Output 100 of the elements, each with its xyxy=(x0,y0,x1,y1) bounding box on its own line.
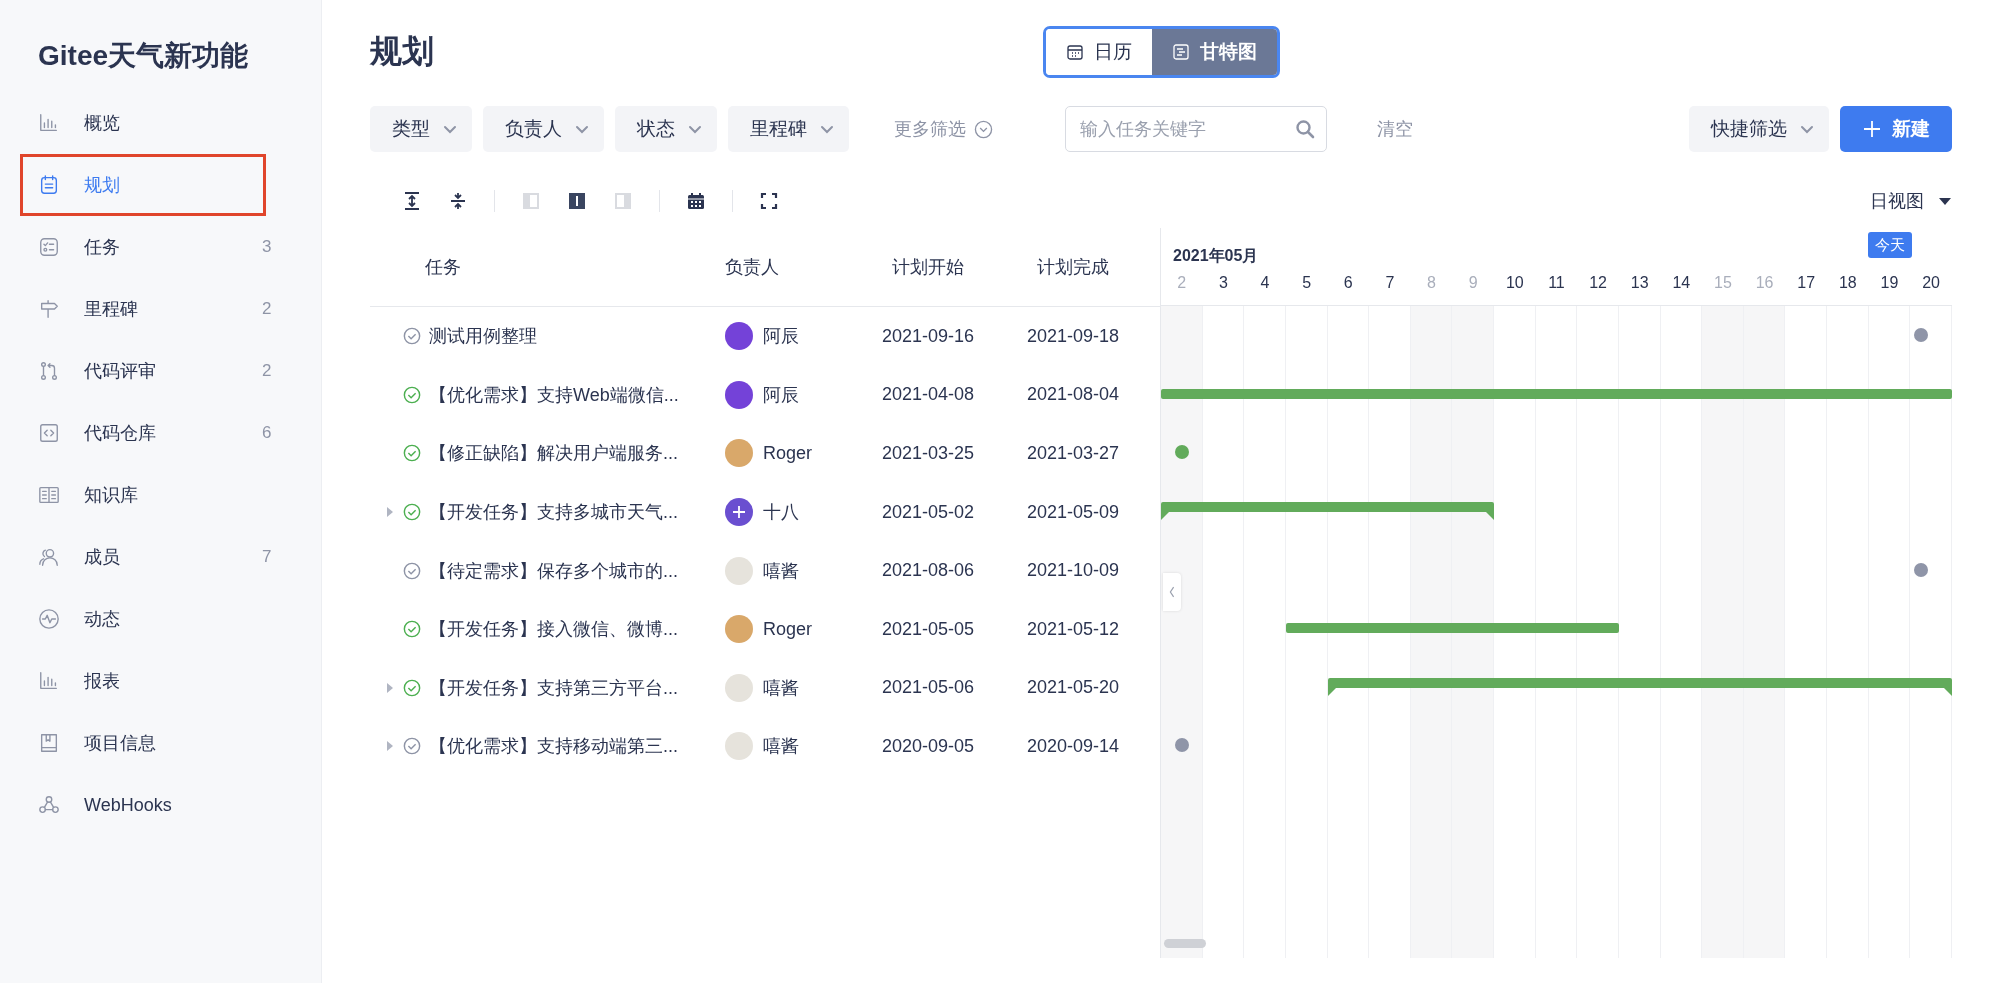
day-label: 14 xyxy=(1671,273,1692,293)
signpost-icon xyxy=(38,298,60,320)
day-label: 18 xyxy=(1837,273,1858,293)
task-title[interactable]: 【优化需求】支持移动端第三... xyxy=(429,734,678,759)
filter-dropdown[interactable]: 状态 xyxy=(615,106,717,152)
milestone-dot[interactable] xyxy=(1914,328,1928,343)
assignee-name: 阿辰 xyxy=(763,325,799,349)
column-header: 任务 xyxy=(424,256,462,279)
start-date: 2021-08-06 xyxy=(881,560,976,582)
day-label: 13 xyxy=(1629,273,1650,293)
end-date: 2021-05-20 xyxy=(1026,677,1121,699)
new-button[interactable]: 新建 xyxy=(1840,106,1952,152)
task-bar[interactable] xyxy=(1161,388,1952,399)
expand-arrow-icon[interactable] xyxy=(385,506,395,519)
task-title[interactable]: 【开发任务】支持多城市天气... xyxy=(429,500,678,525)
clipboard-list-icon xyxy=(38,174,60,196)
sidebar-item-label: 动态 xyxy=(84,608,120,631)
task-title[interactable]: 测试用例整理 xyxy=(429,324,537,349)
bar-chart-icon xyxy=(38,670,60,692)
day-label: 11 xyxy=(1547,273,1566,293)
notebook-icon xyxy=(38,732,60,754)
sidebar-item-label: 概览 xyxy=(84,112,120,135)
quick-filter-dropdown[interactable]: 快捷筛选 xyxy=(1689,106,1829,152)
filter-dropdown[interactable]: 里程碑 xyxy=(728,106,849,152)
filter-dropdown[interactable]: 负责人 xyxy=(483,106,604,152)
day-label: 7 xyxy=(1384,273,1396,293)
start-date: 2021-05-06 xyxy=(881,677,976,699)
bar-chart-icon xyxy=(38,112,60,134)
chevron-left-icon xyxy=(1168,585,1176,599)
plus-icon xyxy=(731,504,747,521)
end-date: 2020-09-14 xyxy=(1026,735,1121,757)
sidebar-item[interactable]: 报表 xyxy=(20,650,266,712)
expand-arrow-icon[interactable] xyxy=(385,681,395,694)
item-count: 6 xyxy=(262,423,272,443)
task-title[interactable]: 【优化需求】支持Web端微信... xyxy=(429,382,679,407)
filter-dropdown[interactable]: 类型 xyxy=(370,106,472,152)
summary-bar[interactable] xyxy=(1327,677,1952,696)
end-date: 2021-08-04 xyxy=(1026,384,1121,406)
end-date: 2021-05-09 xyxy=(1026,501,1121,523)
search-field[interactable]: 输入任务关键字 xyxy=(1065,106,1327,152)
end-date: 2021-09-18 xyxy=(1026,325,1121,347)
sidebar-item-label: 成员 xyxy=(84,546,120,569)
milestone-dot[interactable] xyxy=(1914,562,1928,577)
webhook-icon xyxy=(38,794,60,816)
day-label: 6 xyxy=(1342,273,1354,293)
project-title: Gitee天气新功能 xyxy=(37,39,250,73)
task-title[interactable]: 【修正缺陷】解决用户端服务... xyxy=(429,441,678,466)
checklist-icon xyxy=(38,236,60,258)
collapse-handle[interactable] xyxy=(1163,573,1181,611)
day-label: 10 xyxy=(1504,273,1525,293)
day-label: 19 xyxy=(1879,273,1900,293)
today-badge: 今天 xyxy=(1867,232,1912,258)
view-select[interactable]: 日视图 xyxy=(1870,189,1952,213)
end-date: 2021-10-09 xyxy=(1026,560,1121,582)
sidebar-item[interactable]: WebHooks xyxy=(20,774,266,836)
sidebar-item-label: 代码评审 xyxy=(84,360,156,383)
calendar-icon xyxy=(1065,43,1084,61)
task-title[interactable]: 【开发任务】接入微信、微博... xyxy=(429,617,678,642)
search-icon xyxy=(1295,119,1315,139)
start-date: 2020-09-05 xyxy=(881,735,976,757)
month-label: 2021年05月 xyxy=(1173,246,1259,266)
chevron-circle-icon xyxy=(974,119,993,139)
view-tab[interactable]: 甘特图 xyxy=(1151,29,1277,75)
assignee-name: 嘻酱 xyxy=(763,559,799,583)
sidebar-item[interactable]: 动态 xyxy=(20,588,266,650)
day-label: 5 xyxy=(1301,273,1313,293)
assignee-name: 嘻酱 xyxy=(763,735,799,759)
code-icon xyxy=(38,422,60,444)
assignee-name: Roger xyxy=(763,443,813,464)
day-label: 20 xyxy=(1921,273,1941,293)
expand-arrow-icon[interactable] xyxy=(385,740,395,753)
day-label: 8 xyxy=(1426,273,1437,293)
sidebar-item[interactable]: 规划 xyxy=(20,154,266,216)
day-label: 4 xyxy=(1259,273,1271,293)
assignee-name: 十八 xyxy=(763,501,799,525)
start-date: 2021-05-02 xyxy=(881,501,976,523)
sidebar-item-label: 项目信息 xyxy=(84,732,156,755)
end-date: 2021-03-27 xyxy=(1026,443,1121,464)
task-title[interactable]: 【待定需求】保存多个城市的... xyxy=(429,558,678,583)
start-date: 2021-09-16 xyxy=(881,325,976,347)
sidebar-item[interactable]: 知识库 xyxy=(20,464,266,526)
day-label: 15 xyxy=(1713,273,1733,293)
task-bar[interactable] xyxy=(1285,623,1619,634)
scrollbar[interactable] xyxy=(1164,939,1206,948)
summary-bar[interactable] xyxy=(1161,502,1495,521)
sidebar-item[interactable]: 概览 xyxy=(20,92,266,154)
start-date: 2021-03-25 xyxy=(881,443,976,464)
column-header: 计划完成 xyxy=(1036,256,1110,279)
plus-icon xyxy=(1862,119,1882,139)
column-header: 计划开始 xyxy=(891,256,965,279)
sidebar-item[interactable]: 项目信息 xyxy=(20,712,266,774)
column-header: 负责人 xyxy=(725,256,780,279)
task-title[interactable]: 【开发任务】支持第三方平台... xyxy=(429,675,678,700)
sidebar-item-label: 知识库 xyxy=(84,484,138,507)
page-title: 规划 xyxy=(370,32,435,71)
day-label: 12 xyxy=(1588,273,1608,293)
item-count: 3 xyxy=(262,237,272,257)
item-count: 2 xyxy=(262,299,272,319)
assignee-name: 嘻酱 xyxy=(763,676,799,700)
assignee-name: Roger xyxy=(763,618,813,640)
